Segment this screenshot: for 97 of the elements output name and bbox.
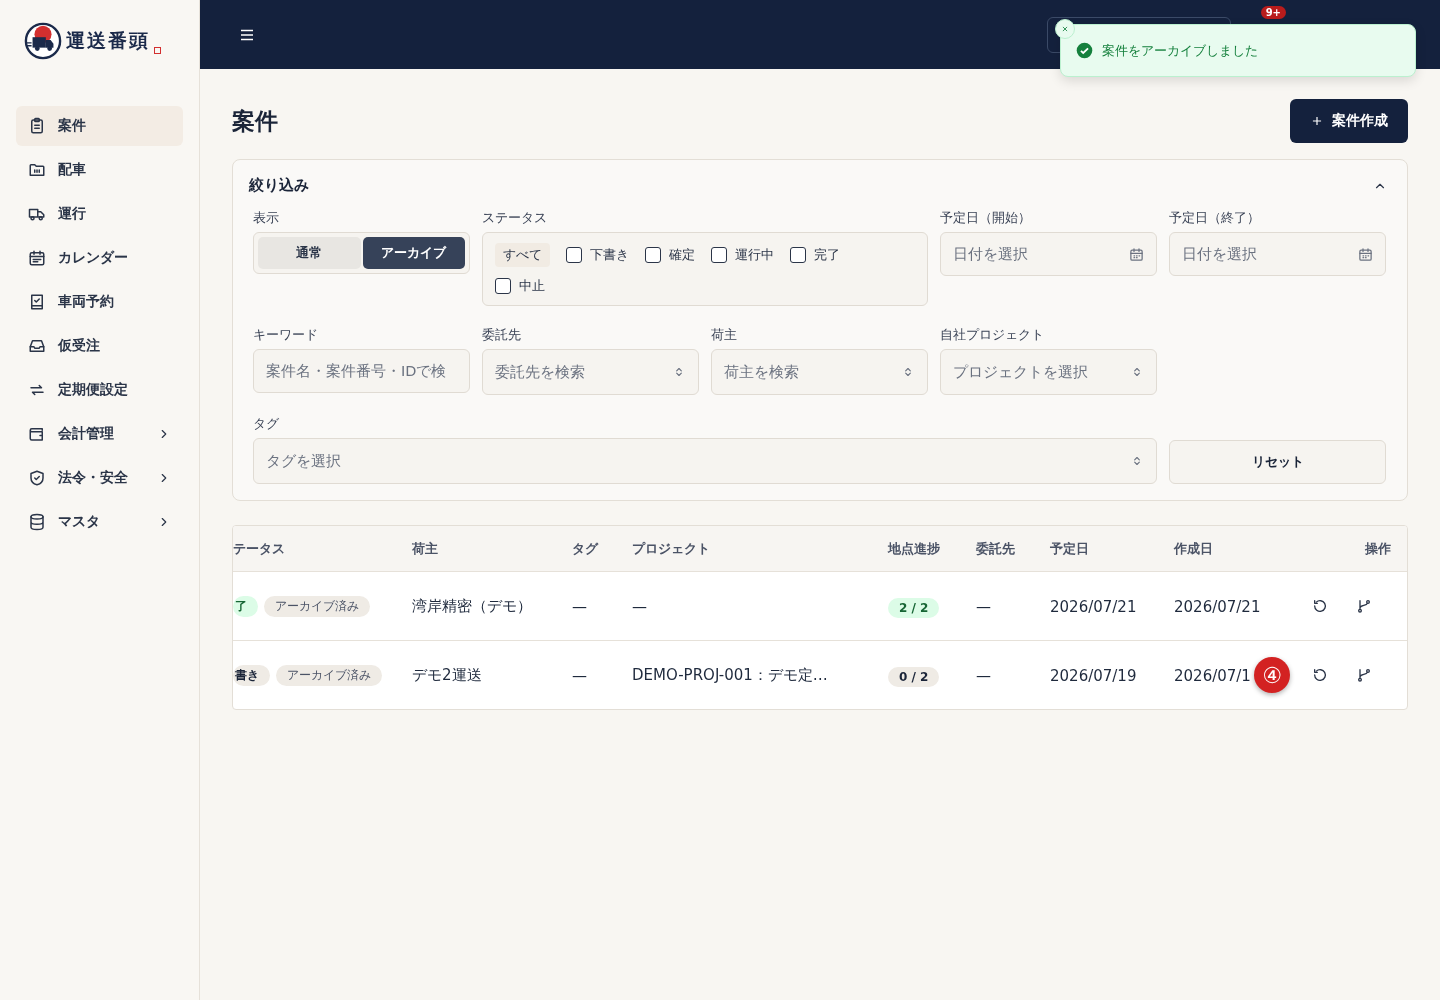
date-cell: 2026/07/1 (1174, 666, 1251, 685)
toggle-option[interactable]: 通常 (258, 237, 361, 269)
number-marker: ④ (1254, 657, 1290, 693)
checkbox[interactable] (711, 247, 727, 263)
status-tag: アーカイブ済み (276, 664, 382, 686)
field-label: ステータス (482, 209, 548, 227)
calendar-icon (1129, 246, 1144, 262)
column-header: 操作 (1364, 539, 1392, 558)
sidebar-item[interactable]: 会計管理 (16, 414, 183, 454)
tag-cell: — (572, 597, 587, 616)
notification-badge: 9+ (1260, 6, 1286, 19)
plus-icon (1310, 114, 1324, 128)
project-cell: DEMO-PROJ-001：デモ定… (632, 666, 828, 684)
shipper-cell: 湾岸精密（デモ） (412, 597, 532, 615)
page-title: 案件 (232, 106, 278, 136)
column-header: 予定日 (1050, 539, 1090, 558)
tag-cell: — (572, 666, 587, 685)
all-chip[interactable]: すべて (495, 243, 550, 267)
sidebar-item[interactable]: 車両予約 (16, 282, 183, 322)
date-cell: 2026/07/21 (1174, 597, 1261, 616)
column-header: 作成日 (1174, 539, 1214, 558)
calendar-icon (28, 249, 46, 267)
status-tag: 了 (233, 595, 258, 617)
branch-button[interactable] (1356, 598, 1372, 614)
sidebar-item[interactable]: マスタ (16, 502, 183, 542)
select-field[interactable]: プロジェクトを選択 (940, 349, 1157, 395)
branch-button[interactable] (1356, 667, 1372, 683)
sidebar-item[interactable]: 運行 (16, 194, 183, 234)
status-tag: アーカイブ済み (264, 595, 370, 617)
sidebar-item[interactable]: カレンダー (16, 238, 183, 278)
status-tag: 書き (233, 664, 270, 686)
checkbox-label: 中止 (519, 277, 545, 295)
carrier-cell: — (976, 666, 991, 685)
reset-button[interactable]: リセット (1169, 440, 1386, 484)
checkbox[interactable] (566, 247, 582, 263)
close-icon (1060, 24, 1070, 34)
logo-truck-icon (24, 22, 62, 60)
filter-title: 絞り込み (249, 176, 309, 195)
input-field[interactable]: 案件名・案件番号・IDで検 (253, 349, 470, 393)
checkbox[interactable] (495, 278, 511, 294)
select-field[interactable]: タグを選択 (253, 438, 1157, 484)
seal-icon (154, 47, 161, 54)
column-header: テータス (233, 539, 286, 558)
date-cell: 2026/07/21 (1050, 597, 1137, 616)
book-check-icon (28, 293, 46, 311)
sidebar-item[interactable]: 配車 (16, 150, 183, 190)
select-field[interactable]: 委託先を検索 (482, 349, 699, 395)
date-field[interactable]: 日付を選択 (1169, 232, 1386, 276)
select-field[interactable]: 荷主を検索 (711, 349, 928, 395)
field-label: 予定日（終了） (1169, 209, 1261, 227)
sidebar-item[interactable]: 定期便設定 (16, 370, 183, 410)
inbox-icon (28, 337, 46, 355)
checkbox-label: 下書き (590, 246, 629, 264)
carrier-cell: — (976, 597, 991, 616)
branch-icon (1356, 598, 1372, 614)
field-label: キーワード (253, 326, 319, 344)
checkbox[interactable] (790, 247, 806, 263)
folder-icon (28, 161, 46, 179)
toast-message: 案件をアーカイブしました (1102, 41, 1258, 60)
restore-button[interactable] (1312, 667, 1328, 683)
branch-icon (1356, 667, 1372, 683)
calendar-icon (1358, 246, 1373, 262)
restore-button[interactable] (1312, 598, 1328, 614)
field-label: 自社プロジェクト (940, 326, 1045, 344)
column-header: プロジェクト (632, 539, 711, 558)
checkbox-label: 完了 (814, 246, 840, 264)
column-header: 委託先 (976, 539, 1016, 558)
shield-check-icon (28, 469, 46, 487)
checkbox-label: 運行中 (735, 246, 774, 264)
sidebar-item[interactable]: 案件 (16, 106, 183, 146)
field-label: タグ (253, 415, 280, 433)
toggle-option[interactable]: アーカイブ (362, 237, 465, 269)
date-field[interactable]: 日付を選択 (940, 232, 1157, 276)
shipper-cell: デモ2運送 (412, 666, 482, 684)
column-header: 地点進捗 (888, 539, 941, 558)
project-cell: — (632, 597, 647, 616)
progress-tag: 2 / 2 (888, 597, 940, 618)
clipboard-icon (28, 117, 46, 135)
sidebar-item[interactable]: 法令・安全 (16, 458, 183, 498)
create-button[interactable]: 案件作成 (1290, 99, 1408, 143)
field-label: 予定日（開始） (940, 209, 1032, 227)
sidebar-item[interactable]: 仮受注 (16, 326, 183, 366)
field-label: 荷主 (711, 326, 738, 344)
date-cell: 2026/07/19 (1050, 666, 1137, 685)
checkbox[interactable] (645, 247, 661, 263)
check-circle-icon (1076, 42, 1093, 59)
field-label: 表示 (253, 209, 280, 227)
column-header: タグ (572, 539, 600, 558)
restore-icon (1312, 667, 1328, 683)
checkbox-label: 確定 (669, 246, 695, 264)
progress-tag: 0 / 2 (888, 666, 940, 687)
field-label: 委託先 (482, 326, 522, 344)
wallet-icon (28, 425, 46, 443)
database-icon (28, 513, 46, 531)
logo-text: 運送番頭 (66, 28, 150, 53)
restore-icon (1312, 598, 1328, 614)
column-header: 荷主 (412, 539, 439, 558)
